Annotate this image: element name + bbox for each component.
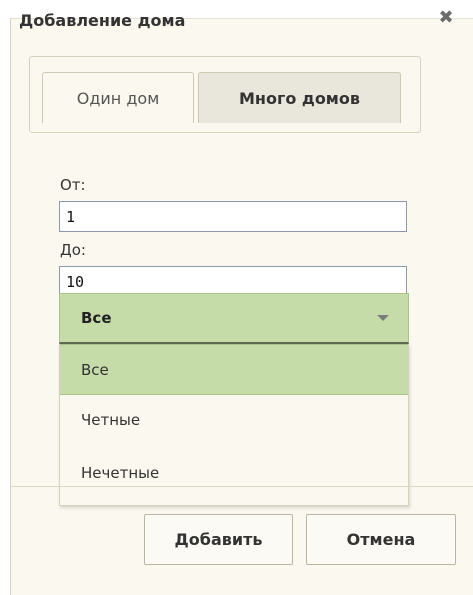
option-odd[interactable]: Нечетные: [60, 448, 408, 499]
chevron-down-icon[interactable]: [377, 315, 389, 321]
parity-select-value: Все: [81, 309, 112, 327]
cancel-button[interactable]: Отмена: [306, 514, 456, 565]
option-all[interactable]: Все: [60, 344, 408, 395]
from-field[interactable]: [59, 201, 407, 232]
tab-many-houses[interactable]: Много домов: [198, 72, 401, 123]
add-button[interactable]: Добавить: [144, 514, 293, 565]
parity-dropdown-list: Все Четные Нечетные: [59, 344, 409, 506]
from-label: От:: [60, 176, 86, 194]
option-even[interactable]: Четные: [60, 395, 408, 446]
dialog-title: Добавление дома: [19, 11, 186, 30]
tab-one-house[interactable]: Один дом: [42, 72, 194, 123]
close-icon[interactable]: ✖: [438, 8, 454, 28]
parity-select[interactable]: Все: [59, 293, 409, 344]
tab-panel: Один дом Много домов: [29, 56, 421, 133]
to-label: До:: [60, 241, 86, 259]
footer-divider: [10, 486, 473, 487]
